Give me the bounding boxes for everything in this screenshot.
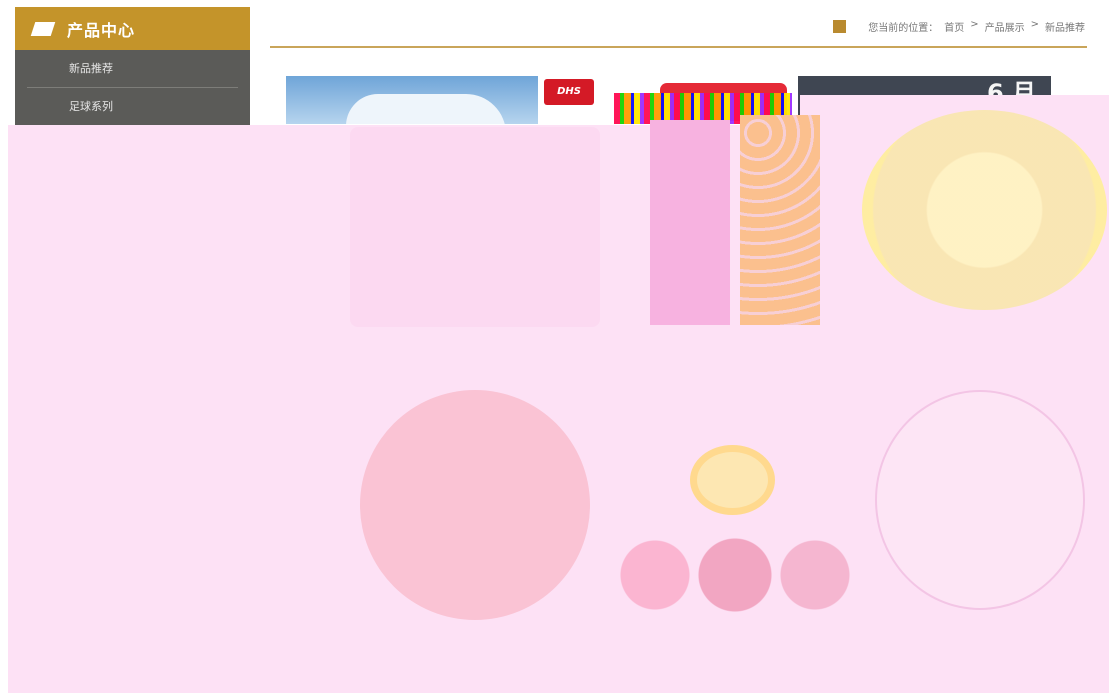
- breadcrumb-prefix: 您当前的位置：: [868, 22, 939, 34]
- breadcrumb-bar: 您当前的位置： 首页 > 产品展示 > 新品推荐: [270, 10, 1087, 48]
- product-image-ice[interactable]: [286, 76, 538, 124]
- brand-logo-icon: DHS: [544, 79, 594, 105]
- sidebar-title: 产品中心: [67, 20, 136, 40]
- ghost-ball-packaging-icon: [650, 120, 730, 325]
- ghost-frame-icon: [350, 127, 600, 327]
- sidebar-item-label: 足球系列: [69, 100, 113, 113]
- breadcrumb-home-link[interactable]: 首页: [944, 19, 964, 34]
- breadcrumb-separator: >: [1030, 18, 1039, 30]
- product-sidebar: 产品中心 新品推荐 足球系列: [15, 7, 250, 125]
- sidebar-header: 产品中心: [15, 7, 250, 50]
- ghost-ball-tubes-icon: [740, 115, 820, 325]
- breadcrumb-products-link[interactable]: 产品展示: [985, 19, 1025, 34]
- ghost-basketball-icon: [360, 390, 590, 620]
- snow-mountain-icon: [346, 94, 506, 124]
- location-square-icon: [833, 19, 847, 33]
- ghost-round-ball-icon: [875, 390, 1085, 610]
- ghost-ring-icon: [690, 445, 775, 515]
- sidebar-item-label: 新品推荐: [69, 62, 113, 75]
- sidebar-item-new-products[interactable]: 新品推荐: [27, 50, 238, 88]
- ghost-star-ball-icon: [862, 110, 1107, 310]
- slanted-marker-icon: [30, 21, 56, 36]
- breadcrumb-separator: >: [970, 18, 979, 30]
- breadcrumb-current: 新品推荐: [1045, 22, 1085, 34]
- sidebar-item-football-series[interactable]: 足球系列: [15, 88, 250, 126]
- ghost-balls-row-icon: [610, 535, 860, 615]
- breadcrumb: 您当前的位置： 首页 > 产品展示 > 新品推荐: [868, 19, 1087, 34]
